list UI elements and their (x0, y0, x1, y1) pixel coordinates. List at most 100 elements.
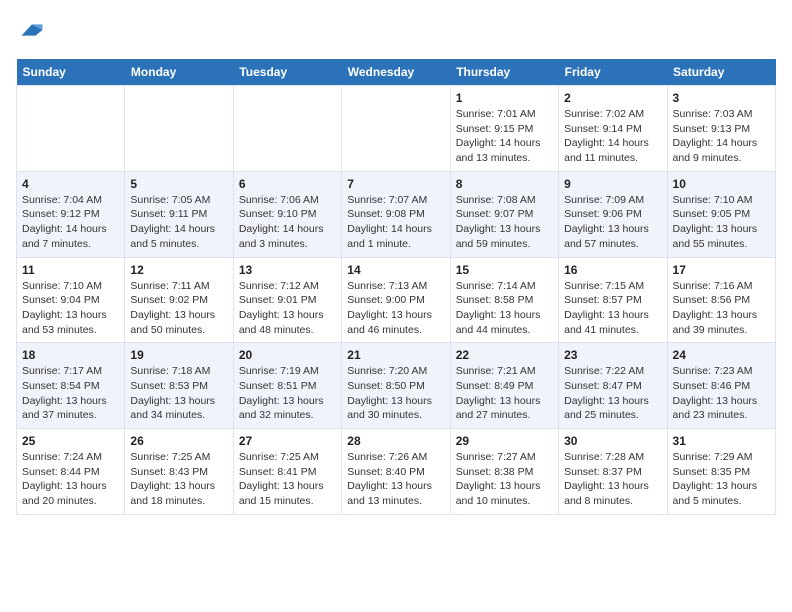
day-number: 6 (239, 177, 336, 191)
calendar-cell (17, 86, 125, 172)
calendar-cell: 12 Sunrise: 7:11 AMSunset: 9:02 PMDayligh… (125, 257, 233, 343)
calendar-cell: 18Sunrise: 7:17 AMSunset: 8:54 PMDayligh… (17, 343, 125, 429)
day-number: 30 (564, 434, 661, 448)
calendar-cell: 22 Sunrise: 7:21 AMSunset: 8:49 PMDayligh… (450, 343, 558, 429)
day-detail: Sunrise: 7:07 AMSunset: 9:08 PMDaylight:… (347, 193, 444, 252)
day-detail: Sunrise: 7:27 AMSunset: 8:38 PMDaylight:… (456, 450, 553, 509)
calendar-cell: 11Sunrise: 7:10 AMSunset: 9:04 PMDayligh… (17, 257, 125, 343)
day-number: 7 (347, 177, 444, 191)
day-detail: Sunrise: 7:08 AMSunset: 9:07 PMDaylight:… (456, 193, 553, 252)
day-number: 9 (564, 177, 661, 191)
day-number: 11 (22, 263, 119, 277)
day-detail: Sunrise: 7:16 AMSunset: 8:56 PMDaylight:… (673, 279, 770, 338)
calendar-cell: 16Sunrise: 7:15 AMSunset: 8:57 PMDayligh… (559, 257, 667, 343)
day-number: 19 (130, 348, 227, 362)
day-number: 28 (347, 434, 444, 448)
day-number: 29 (456, 434, 553, 448)
calendar-cell: 9 Sunrise: 7:09 AMSunset: 9:06 PMDaylight… (559, 171, 667, 257)
day-number: 14 (347, 263, 444, 277)
calendar-cell: 15 Sunrise: 7:14 AMSunset: 8:58 PMDayligh… (450, 257, 558, 343)
day-number: 17 (673, 263, 770, 277)
calendar-cell: 14 Sunrise: 7:13 AMSunset: 9:00 PMDayligh… (342, 257, 450, 343)
weekday-header-friday: Friday (559, 59, 667, 86)
calendar-cell (342, 86, 450, 172)
day-number: 2 (564, 91, 661, 105)
weekday-header-tuesday: Tuesday (233, 59, 341, 86)
logo-icon (18, 16, 46, 44)
page-header (16, 16, 776, 49)
day-number: 8 (456, 177, 553, 191)
day-detail: Sunrise: 7:18 AMSunset: 8:53 PMDaylight:… (130, 364, 227, 423)
day-detail: Sunrise: 7:17 AMSunset: 8:54 PMDaylight:… (22, 364, 119, 423)
day-number: 3 (673, 91, 770, 105)
day-detail: Sunrise: 7:26 AMSunset: 8:40 PMDaylight:… (347, 450, 444, 509)
calendar-cell: 27Sunrise: 7:25 AMSunset: 8:41 PMDayligh… (233, 429, 341, 515)
day-detail: Sunrise: 7:12 AMSunset: 9:01 PMDaylight:… (239, 279, 336, 338)
calendar-cell: 10Sunrise: 7:10 AMSunset: 9:05 PMDayligh… (667, 171, 775, 257)
day-detail: Sunrise: 7:25 AMSunset: 8:43 PMDaylight:… (130, 450, 227, 509)
weekday-header-wednesday: Wednesday (342, 59, 450, 86)
calendar-cell (125, 86, 233, 172)
day-number: 20 (239, 348, 336, 362)
calendar-cell: 5 Sunrise: 7:05 AMSunset: 9:11 PMDaylight… (125, 171, 233, 257)
day-number: 26 (130, 434, 227, 448)
calendar-week-row: 4Sunrise: 7:04 AMSunset: 9:12 PMDaylight… (17, 171, 776, 257)
day-detail: Sunrise: 7:24 AMSunset: 8:44 PMDaylight:… (22, 450, 119, 509)
calendar-cell: 28 Sunrise: 7:26 AMSunset: 8:40 PMDayligh… (342, 429, 450, 515)
calendar-cell: 20Sunrise: 7:19 AMSunset: 8:51 PMDayligh… (233, 343, 341, 429)
calendar-cell: 24 Sunrise: 7:23 AMSunset: 8:46 PMDayligh… (667, 343, 775, 429)
day-number: 27 (239, 434, 336, 448)
calendar-cell: 2 Sunrise: 7:02 AMSunset: 9:14 PMDaylight… (559, 86, 667, 172)
calendar-cell: 4Sunrise: 7:04 AMSunset: 9:12 PMDaylight… (17, 171, 125, 257)
calendar-cell (233, 86, 341, 172)
day-number: 22 (456, 348, 553, 362)
day-detail: Sunrise: 7:29 AMSunset: 8:35 PMDaylight:… (673, 450, 770, 509)
day-number: 13 (239, 263, 336, 277)
day-detail: Sunrise: 7:21 AMSunset: 8:49 PMDaylight:… (456, 364, 553, 423)
day-detail: Sunrise: 7:03 AMSunset: 9:13 PMDaylight:… (673, 107, 770, 166)
calendar-cell: 7 Sunrise: 7:07 AMSunset: 9:08 PMDaylight… (342, 171, 450, 257)
weekday-header-monday: Monday (125, 59, 233, 86)
day-number: 15 (456, 263, 553, 277)
day-detail: Sunrise: 7:11 AMSunset: 9:02 PMDaylight:… (130, 279, 227, 338)
calendar-cell: 13 Sunrise: 7:12 AMSunset: 9:01 PMDayligh… (233, 257, 341, 343)
calendar-cell: 3 Sunrise: 7:03 AMSunset: 9:13 PMDaylight… (667, 86, 775, 172)
day-detail: Sunrise: 7:28 AMSunset: 8:37 PMDaylight:… (564, 450, 661, 509)
calendar-cell: 29 Sunrise: 7:27 AMSunset: 8:38 PMDayligh… (450, 429, 558, 515)
calendar-cell: 8 Sunrise: 7:08 AMSunset: 9:07 PMDaylight… (450, 171, 558, 257)
day-detail: Sunrise: 7:01 AMSunset: 9:15 PMDaylight:… (456, 107, 553, 166)
logo (16, 16, 46, 49)
calendar-cell: 1Sunrise: 7:01 AMSunset: 9:15 PMDaylight… (450, 86, 558, 172)
day-detail: Sunrise: 7:14 AMSunset: 8:58 PMDaylight:… (456, 279, 553, 338)
weekday-header-sunday: Sunday (17, 59, 125, 86)
day-number: 12 (130, 263, 227, 277)
day-number: 31 (673, 434, 770, 448)
day-number: 10 (673, 177, 770, 191)
calendar-cell: 26 Sunrise: 7:25 AMSunset: 8:43 PMDayligh… (125, 429, 233, 515)
day-number: 4 (22, 177, 119, 191)
calendar-cell: 19 Sunrise: 7:18 AMSunset: 8:53 PMDayligh… (125, 343, 233, 429)
day-detail: Sunrise: 7:09 AMSunset: 9:06 PMDaylight:… (564, 193, 661, 252)
day-number: 5 (130, 177, 227, 191)
calendar-week-row: 1Sunrise: 7:01 AMSunset: 9:15 PMDaylight… (17, 86, 776, 172)
day-detail: Sunrise: 7:20 AMSunset: 8:50 PMDaylight:… (347, 364, 444, 423)
day-detail: Sunrise: 7:13 AMSunset: 9:00 PMDaylight:… (347, 279, 444, 338)
day-number: 24 (673, 348, 770, 362)
calendar-cell: 25 Sunrise: 7:24 AMSunset: 8:44 PMDayligh… (17, 429, 125, 515)
day-detail: Sunrise: 7:23 AMSunset: 8:46 PMDaylight:… (673, 364, 770, 423)
day-detail: Sunrise: 7:05 AMSunset: 9:11 PMDaylight:… (130, 193, 227, 252)
calendar-week-row: 18Sunrise: 7:17 AMSunset: 8:54 PMDayligh… (17, 343, 776, 429)
calendar-cell: 23 Sunrise: 7:22 AMSunset: 8:47 PMDayligh… (559, 343, 667, 429)
day-detail: Sunrise: 7:02 AMSunset: 9:14 PMDaylight:… (564, 107, 661, 166)
day-detail: Sunrise: 7:15 AMSunset: 8:57 PMDaylight:… (564, 279, 661, 338)
day-number: 25 (22, 434, 119, 448)
day-detail: Sunrise: 7:22 AMSunset: 8:47 PMDaylight:… (564, 364, 661, 423)
day-number: 23 (564, 348, 661, 362)
calendar-week-row: 11Sunrise: 7:10 AMSunset: 9:04 PMDayligh… (17, 257, 776, 343)
day-number: 21 (347, 348, 444, 362)
calendar-cell: 17 Sunrise: 7:16 AMSunset: 8:56 PMDayligh… (667, 257, 775, 343)
weekday-header-row: SundayMondayTuesdayWednesdayThursdayFrid… (17, 59, 776, 86)
calendar-week-row: 25 Sunrise: 7:24 AMSunset: 8:44 PMDayligh… (17, 429, 776, 515)
calendar-cell: 21 Sunrise: 7:20 AMSunset: 8:50 PMDayligh… (342, 343, 450, 429)
calendar-cell: 30 Sunrise: 7:28 AMSunset: 8:37 PMDayligh… (559, 429, 667, 515)
